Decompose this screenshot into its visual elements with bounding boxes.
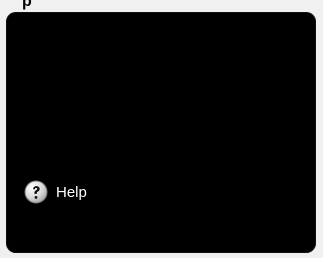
question-circle-icon xyxy=(24,180,48,204)
partial-title-text: p xyxy=(22,0,32,10)
help-label: Help xyxy=(56,184,87,201)
help-link[interactable]: Help xyxy=(24,179,87,205)
ui-frame: p Help xyxy=(0,0,323,258)
help-panel: Help xyxy=(6,12,316,253)
